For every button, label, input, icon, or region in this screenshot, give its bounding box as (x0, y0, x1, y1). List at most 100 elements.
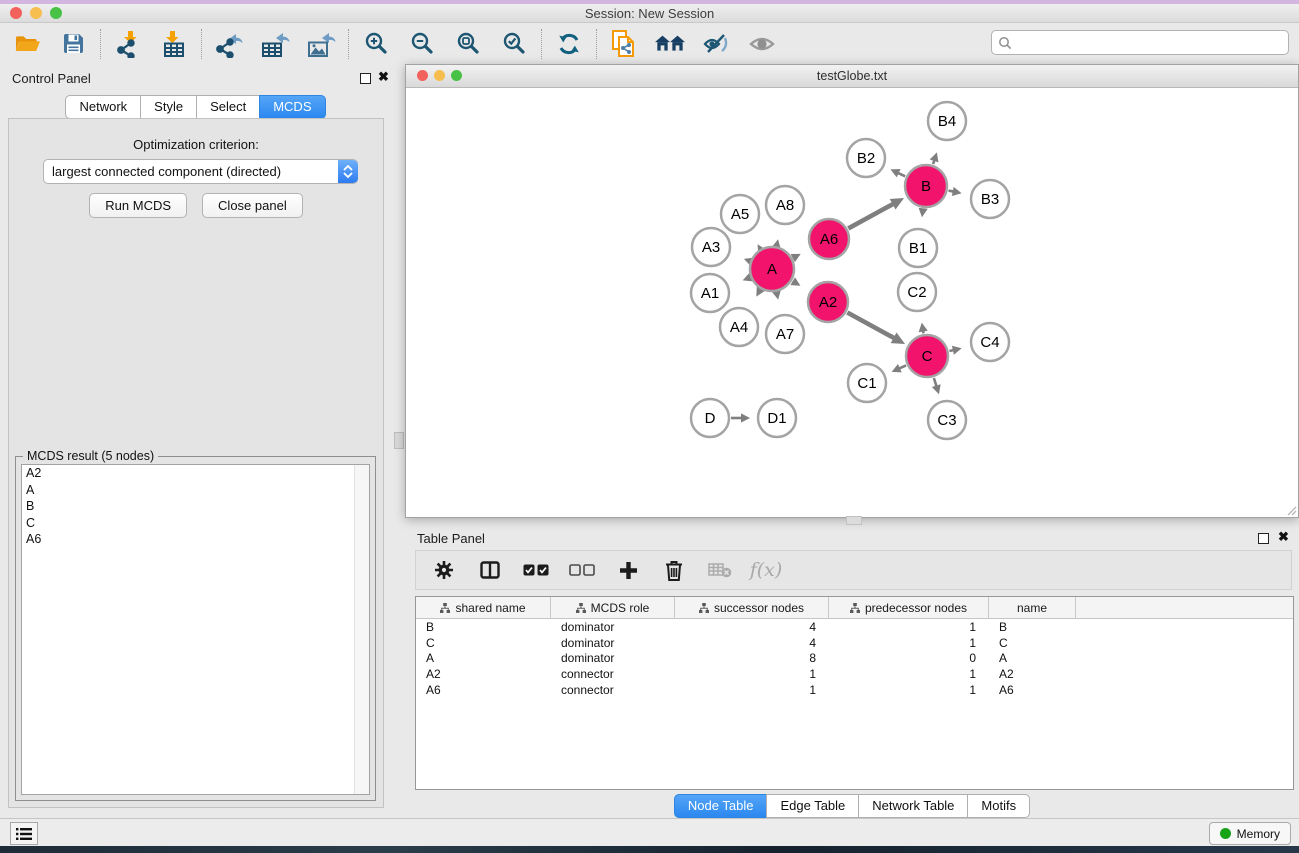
result-list-item[interactable]: A2 (22, 465, 369, 482)
table-cell[interactable]: C (989, 636, 1076, 650)
column-header-name[interactable]: name (989, 597, 1076, 618)
graph-edge-B-B2[interactable] (890, 169, 905, 177)
delete-table-button[interactable] (704, 555, 736, 585)
table-cell[interactable]: connector (551, 667, 675, 681)
table-cell[interactable]: B (989, 620, 1076, 634)
graph-node-B2[interactable]: B2 (847, 139, 885, 177)
table-cell[interactable]: C (416, 636, 551, 650)
table-cell[interactable]: 8 (675, 651, 829, 665)
search-input[interactable] (1012, 34, 1288, 51)
graph-node-A3[interactable]: A3 (692, 228, 730, 266)
float-panel-icon[interactable] (360, 73, 371, 84)
add-column-button[interactable] (612, 555, 644, 585)
graph-edge-D-D1[interactable] (731, 413, 750, 422)
table-cell[interactable]: dominator (551, 651, 675, 665)
result-list-item[interactable]: C (22, 515, 369, 532)
table-settings-button[interactable] (428, 555, 460, 585)
refresh-button[interactable] (554, 29, 584, 59)
run-mcds-button[interactable]: Run MCDS (89, 193, 187, 218)
delete-column-button[interactable] (658, 555, 690, 585)
table-cell[interactable]: 0 (829, 651, 989, 665)
graph-edge-B-B4[interactable] (930, 152, 939, 164)
result-list-scrollbar[interactable] (354, 465, 369, 794)
graph-edge-A6-B[interactable] (848, 198, 904, 228)
column-header-MCDS-role[interactable]: MCDS role (551, 597, 675, 618)
table-row[interactable]: Adominator80A (416, 651, 1293, 667)
vertical-splitter[interactable] (391, 64, 405, 818)
graph-edge-B-B3[interactable] (949, 187, 962, 196)
graph-node-C4[interactable]: C4 (971, 323, 1009, 361)
table-cell[interactable]: A (416, 651, 551, 665)
table-cell[interactable]: 1 (829, 667, 989, 681)
graph-node-A7[interactable]: A7 (766, 315, 804, 353)
table-row[interactable]: A6connector11A6 (416, 682, 1293, 698)
graph-edge-C-C2[interactable] (919, 323, 928, 334)
graph-node-A2[interactable]: A2 (808, 282, 848, 322)
zoom-selected-button[interactable] (499, 29, 529, 59)
zoom-in-button[interactable] (361, 29, 391, 59)
graph-edge-B-B1[interactable] (919, 208, 928, 218)
import-network-button[interactable] (113, 29, 143, 59)
graph-edge-C-C3[interactable] (932, 378, 941, 394)
deselect-all-rows-button[interactable] (566, 555, 598, 585)
show-columns-button[interactable] (474, 555, 506, 585)
table-cell[interactable]: dominator (551, 636, 675, 650)
table-cell[interactable]: A2 (416, 667, 551, 681)
resize-grip-icon[interactable] (1285, 504, 1297, 516)
tab-motifs[interactable]: Motifs (967, 794, 1030, 818)
select-all-rows-button[interactable] (520, 555, 552, 585)
graph-node-A8[interactable]: A8 (766, 186, 804, 224)
export-network-button[interactable] (214, 29, 244, 59)
zoom-fit-button[interactable] (453, 29, 483, 59)
function-builder-button[interactable]: f(x) (750, 555, 782, 585)
table-cell[interactable]: connector (551, 683, 675, 697)
import-table-button[interactable] (159, 29, 189, 59)
graph-node-A5[interactable]: A5 (721, 195, 759, 233)
tab-mcds[interactable]: MCDS (259, 95, 325, 119)
tab-network[interactable]: Network (65, 95, 141, 119)
table-cell[interactable]: A6 (989, 683, 1076, 697)
zoom-out-button[interactable] (407, 29, 437, 59)
graph-node-B1[interactable]: B1 (899, 229, 937, 267)
network-graph-canvas[interactable]: B4B2BB3B1A5A8A6A3AA1A2A4A7C2CC4C1C3DD1 (406, 88, 1296, 515)
save-session-button[interactable] (58, 29, 88, 59)
tab-network-table[interactable]: Network Table (858, 794, 968, 818)
table-cell[interactable]: 1 (675, 667, 829, 681)
graph-node-A1[interactable]: A1 (691, 274, 729, 312)
graph-node-B3[interactable]: B3 (971, 180, 1009, 218)
graph-node-C1[interactable]: C1 (848, 364, 886, 402)
graph-node-C[interactable]: C (906, 335, 948, 377)
table-cell[interactable]: A6 (416, 683, 551, 697)
graph-node-D[interactable]: D (691, 399, 729, 437)
graph-edge-C-C1[interactable] (892, 364, 906, 372)
graph-edge-A2-C[interactable] (847, 313, 905, 344)
export-table-button[interactable] (260, 29, 290, 59)
tab-edge-table[interactable]: Edge Table (766, 794, 859, 818)
graph-node-B4[interactable]: B4 (928, 102, 966, 140)
table-cell[interactable]: A2 (989, 667, 1076, 681)
table-row[interactable]: Cdominator41C (416, 635, 1293, 651)
table-cell[interactable]: 1 (675, 683, 829, 697)
memory-button[interactable]: Memory (1209, 822, 1291, 845)
optimization-dropdown[interactable]: largest connected component (directed) (43, 159, 358, 184)
graph-node-B[interactable]: B (905, 165, 947, 207)
task-history-button[interactable] (10, 822, 38, 845)
close-panel-icon[interactable]: ✖ (378, 70, 389, 84)
column-header-successor-nodes[interactable]: successor nodes (675, 597, 829, 618)
table-row[interactable]: A2connector11A2 (416, 666, 1293, 682)
show-all-button[interactable] (747, 29, 777, 59)
result-list-item[interactable]: B (22, 498, 369, 515)
column-header-predecessor-nodes[interactable]: predecessor nodes (829, 597, 989, 618)
table-cell[interactable]: 1 (829, 636, 989, 650)
table-cell[interactable]: A (989, 651, 1076, 665)
table-cell[interactable]: 4 (675, 620, 829, 634)
hide-selected-button[interactable] (701, 29, 731, 59)
graph-node-D1[interactable]: D1 (758, 399, 796, 437)
close-panel-button[interactable]: Close panel (202, 193, 303, 218)
table-cell[interactable]: B (416, 620, 551, 634)
tab-select[interactable]: Select (196, 95, 260, 119)
close-panel-icon[interactable]: ✖ (1278, 530, 1289, 544)
graph-node-A6[interactable]: A6 (809, 219, 849, 259)
splitter-grip[interactable] (394, 432, 404, 449)
graph-edge-C-C4[interactable] (949, 346, 961, 355)
